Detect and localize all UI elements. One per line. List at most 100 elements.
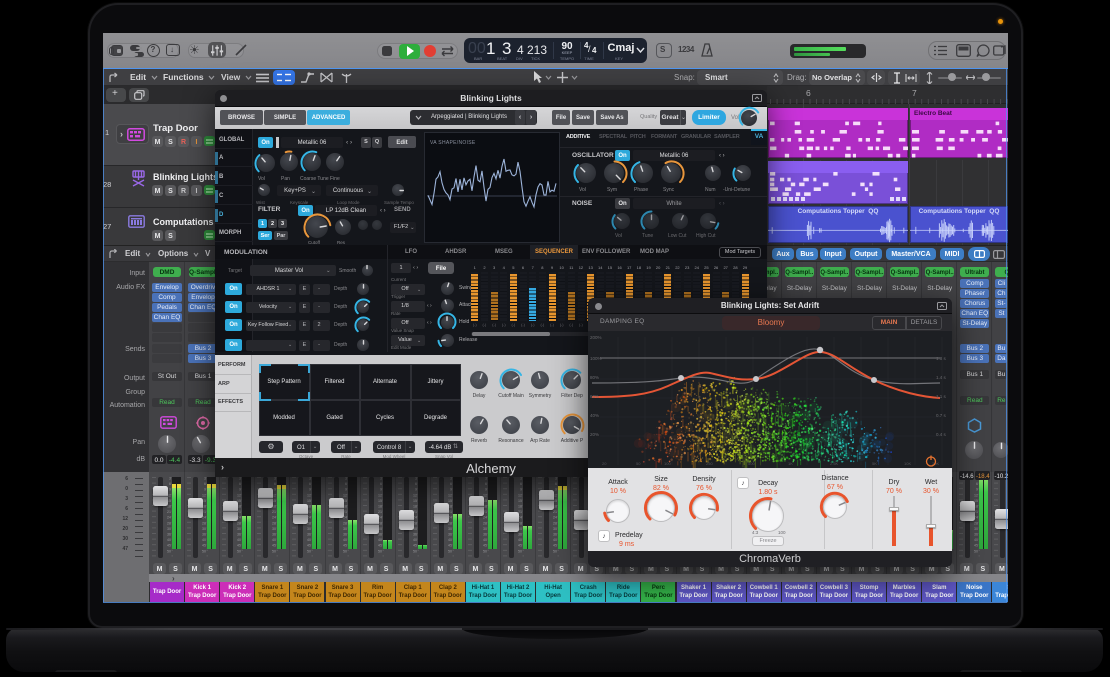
svg-text:20%: 20% (590, 432, 599, 437)
svg-text:1.8 s: 1.8 s (936, 356, 947, 361)
svg-text:50: 50 (343, 549, 347, 553)
svg-text:100%: 100% (590, 356, 602, 361)
svg-text:6: 6 (204, 482, 206, 486)
svg-text:18: 18 (167, 505, 171, 509)
svg-text:12: 12 (974, 493, 978, 497)
svg-text:30: 30 (202, 527, 206, 531)
svg-text:30: 30 (272, 527, 276, 531)
svg-text:36: 36 (483, 533, 487, 537)
svg-text:9: 9 (520, 488, 522, 492)
svg-text:3: 3 (450, 477, 452, 481)
svg-text:40: 40 (553, 538, 557, 542)
svg-text:200%: 200% (590, 335, 602, 340)
svg-text:40: 40 (202, 538, 206, 542)
svg-text:3: 3 (169, 477, 171, 481)
svg-text:28: 28 (202, 521, 206, 525)
svg-text:40: 40 (974, 538, 978, 542)
svg-text:18: 18 (378, 505, 382, 509)
svg-text:30: 30 (343, 527, 347, 531)
svg-text:6: 6 (520, 482, 522, 486)
svg-text:24: 24 (272, 516, 276, 520)
svg-text:500: 500 (748, 461, 755, 466)
svg-text:6: 6 (380, 482, 382, 486)
svg-text:30: 30 (553, 527, 557, 531)
svg-text:30: 30 (448, 527, 452, 531)
svg-text:15: 15 (413, 499, 417, 503)
svg-text:18: 18 (518, 505, 522, 509)
svg-text:21: 21 (272, 510, 276, 514)
svg-text:36: 36 (343, 533, 347, 537)
svg-text:24: 24 (167, 516, 171, 520)
svg-text:3: 3 (204, 477, 206, 481)
svg-text:28: 28 (343, 521, 347, 525)
svg-text:45: 45 (167, 544, 171, 548)
svg-text:28: 28 (272, 521, 276, 525)
svg-text:12: 12 (448, 493, 452, 497)
svg-text:15: 15 (307, 499, 311, 503)
svg-text:3: 3 (309, 477, 311, 481)
svg-text:0.4 s: 0.4 s (936, 432, 947, 437)
svg-text:3: 3 (380, 477, 382, 481)
svg-text:3: 3 (520, 477, 522, 481)
svg-text:30: 30 (483, 527, 487, 531)
svg-text:9: 9 (450, 488, 452, 492)
svg-text:45: 45 (518, 544, 522, 548)
svg-text:6: 6 (345, 482, 347, 486)
svg-text:6: 6 (274, 482, 276, 486)
svg-text:1K: 1K (788, 461, 793, 466)
svg-text:45: 45 (448, 544, 452, 548)
svg-text:50: 50 (237, 549, 241, 553)
svg-text:45: 45 (343, 544, 347, 548)
svg-text:6: 6 (415, 482, 417, 486)
svg-text:40: 40 (343, 538, 347, 542)
svg-text:28: 28 (167, 521, 171, 525)
svg-text:50: 50 (378, 549, 382, 553)
svg-text:1.4 s: 1.4 s (936, 375, 947, 380)
svg-text:30: 30 (974, 527, 978, 531)
svg-text:6: 6 (976, 482, 978, 486)
svg-text:6: 6 (169, 482, 171, 486)
svg-text:36: 36 (518, 533, 522, 537)
svg-text:50: 50 (636, 461, 641, 466)
svg-text:9: 9 (380, 488, 382, 492)
svg-text:60%: 60% (590, 394, 599, 399)
svg-text:36: 36 (307, 533, 311, 537)
svg-text:45: 45 (307, 544, 311, 548)
svg-text:21: 21 (553, 510, 557, 514)
svg-text:15: 15 (378, 499, 382, 503)
svg-text:36: 36 (553, 533, 557, 537)
svg-text:28: 28 (237, 521, 241, 525)
svg-text:80%: 80% (590, 375, 599, 380)
svg-text:6: 6 (309, 482, 311, 486)
svg-text:1.1 s: 1.1 s (936, 394, 947, 399)
svg-text:12: 12 (413, 493, 417, 497)
svg-text:12: 12 (202, 493, 206, 497)
svg-text:20: 20 (602, 461, 607, 466)
svg-text:40: 40 (237, 538, 241, 542)
svg-text:36: 36 (202, 533, 206, 537)
svg-text:6: 6 (485, 482, 487, 486)
svg-text:36: 36 (237, 533, 241, 537)
svg-text:9: 9 (239, 488, 241, 492)
svg-text:40: 40 (167, 538, 171, 542)
svg-text:9: 9 (976, 488, 978, 492)
svg-text:100: 100 (664, 461, 671, 466)
svg-text:3: 3 (274, 477, 276, 481)
svg-text:9: 9 (274, 488, 276, 492)
svg-text:12: 12 (518, 493, 522, 497)
svg-text:3: 3 (555, 477, 557, 481)
svg-text:45: 45 (272, 544, 276, 548)
svg-text:0.7 s: 0.7 s (936, 413, 947, 418)
svg-text:24: 24 (553, 516, 557, 520)
svg-text:28: 28 (553, 521, 557, 525)
svg-text:15: 15 (518, 499, 522, 503)
svg-text:21: 21 (167, 510, 171, 514)
svg-text:28: 28 (974, 521, 978, 525)
svg-text:50: 50 (413, 549, 417, 553)
svg-text:5K: 5K (872, 461, 877, 466)
svg-text:45: 45 (237, 544, 241, 548)
svg-text:18: 18 (413, 505, 417, 509)
svg-text:9: 9 (309, 488, 311, 492)
svg-text:50: 50 (448, 549, 452, 553)
svg-text:250: 250 (706, 461, 713, 466)
